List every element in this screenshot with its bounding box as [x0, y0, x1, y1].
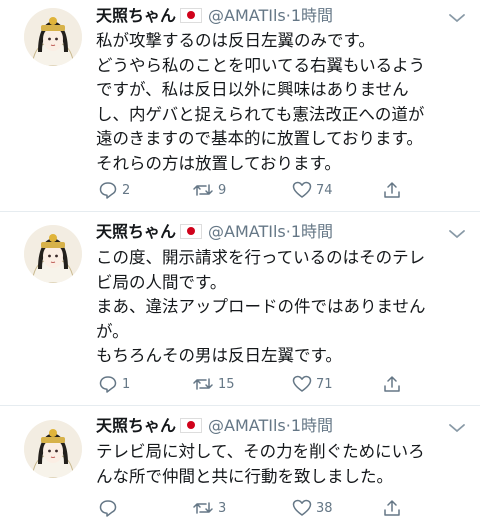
tweet-header: 天照ちゃん @AMATIls·1時間	[96, 416, 333, 436]
share-button[interactable]	[382, 374, 402, 394]
retweet-count: 3	[218, 500, 227, 516]
speech-bubble-icon	[99, 500, 117, 517]
retweet-arrows-icon	[193, 184, 213, 196]
tweet-text: 私が攻撃するのは反日左翼のみです。 どうやら私のことを叩いてる右翼もいるよう で…	[96, 29, 470, 176]
tweet[interactable]: 天照ちゃん @AMATIls·1時間 私が攻撃するのは反日左翼のみです。 どうやら…	[0, 0, 480, 212]
heart-icon	[292, 181, 312, 198]
chevron-down-icon[interactable]	[448, 12, 466, 24]
chevron-down-icon[interactable]	[448, 422, 466, 434]
japan-flag-icon	[180, 8, 203, 23]
speech-bubble-icon	[99, 376, 117, 393]
tweet-text: テレビ局に対して、その力を削ぐためにいろ んな所で仲間と共に行動を致しました。	[96, 440, 470, 489]
retweet-button[interactable]: 9	[192, 180, 226, 200]
like-count: 74	[316, 182, 333, 198]
avatar[interactable]	[24, 8, 82, 66]
timeline: 天照ちゃん @AMATIls·1時間 私が攻撃するのは反日左翼のみです。 どうやら…	[0, 0, 480, 526]
tweet-header: 天照ちゃん @AMATIls·1時間	[96, 222, 333, 242]
tweet[interactable]: 天照ちゃん @AMATIls·1時間 テレビ局に対して、その力を削ぐためにいろ ん…	[0, 406, 480, 526]
handle[interactable]: @AMATIls	[208, 416, 286, 435]
heart-icon	[292, 499, 312, 516]
handle[interactable]: @AMATIls	[208, 6, 286, 25]
display-name[interactable]: 天照ちゃん	[96, 6, 176, 25]
retweet-button[interactable]: 3	[192, 498, 226, 518]
display-name[interactable]: 天照ちゃん	[96, 222, 176, 241]
tweet-line: んな所で仲間と共に行動を致しました。	[96, 466, 393, 486]
tweet-actions: 1 15 71	[96, 374, 476, 394]
heart-icon	[292, 375, 312, 392]
like-count: 71	[316, 376, 333, 392]
japan-flag-icon	[180, 418, 203, 433]
timestamp[interactable]: 1時間	[291, 222, 333, 241]
retweet-arrows-icon	[193, 502, 213, 514]
share-upload-icon	[384, 376, 400, 392]
tweet-line: もちろんその男は反日左翼です。	[96, 346, 342, 365]
tweet-line: し、内ゲバと捉えられても憲法改正への道が	[96, 104, 425, 124]
chevron-down-icon[interactable]	[448, 228, 466, 240]
share-upload-icon	[384, 182, 400, 198]
tweet-header: 天照ちゃん @AMATIls·1時間	[96, 6, 333, 26]
avatar[interactable]	[24, 225, 82, 283]
like-button[interactable]: 74	[292, 180, 333, 200]
like-button[interactable]: 38	[292, 498, 333, 518]
reply-count: 2	[122, 182, 131, 198]
reply-count: 1	[122, 376, 131, 392]
tweet-line: テレビ局に対して、その力を削ぐためにいろ	[96, 442, 425, 461]
retweet-button[interactable]: 15	[192, 374, 235, 394]
reply-button[interactable]: 2	[98, 180, 130, 200]
tweet-line: 私が攻撃するのは反日左翼のみです。	[96, 31, 375, 50]
tweet-actions: 3 38	[96, 498, 476, 518]
speech-bubble-icon	[99, 182, 117, 199]
retweet-count: 9	[218, 182, 227, 198]
like-button[interactable]: 71	[292, 374, 333, 394]
tweet-line: ですが、私は反日以外に興味はありません	[96, 80, 409, 99]
tweet-actions: 2 9 74	[96, 180, 476, 200]
tweet-line: この度、開示請求を行っているのはそのテレ	[96, 248, 426, 267]
share-upload-icon	[384, 500, 400, 516]
japan-flag-icon	[180, 224, 203, 239]
share-button[interactable]	[382, 498, 402, 518]
tweet[interactable]: 天照ちゃん @AMATIls·1時間 この度、開示請求を行っているのはそのテレ ビ…	[0, 212, 480, 406]
avatar[interactable]	[24, 420, 82, 478]
timestamp[interactable]: 1時間	[291, 416, 333, 435]
tweet-text: この度、開示請求を行っているのはそのテレ ビ局の人間です。 まあ、違法アップロー…	[96, 246, 470, 369]
reply-button[interactable]: 1	[98, 374, 130, 394]
tweet-line: それらの方は放置しております。	[96, 153, 341, 173]
retweet-arrows-icon	[193, 378, 213, 390]
reply-button[interactable]	[98, 498, 122, 518]
tweet-line: どうやら私のことを叩いてる右翼もいるよう	[96, 55, 426, 75]
handle[interactable]: @AMATIls	[208, 222, 286, 241]
display-name[interactable]: 天照ちゃん	[96, 416, 176, 435]
like-count: 38	[316, 500, 333, 516]
tweet-line: が。	[96, 321, 129, 341]
tweet-line: 遠のきますので基本的に放置しております。	[96, 129, 423, 148]
retweet-count: 15	[218, 376, 235, 392]
tweet-line: ビ局の人間です。	[96, 272, 227, 292]
share-button[interactable]	[382, 180, 402, 200]
tweet-line: まあ、違法アップロードの件ではありません	[96, 297, 426, 316]
timestamp[interactable]: 1時間	[291, 6, 333, 25]
